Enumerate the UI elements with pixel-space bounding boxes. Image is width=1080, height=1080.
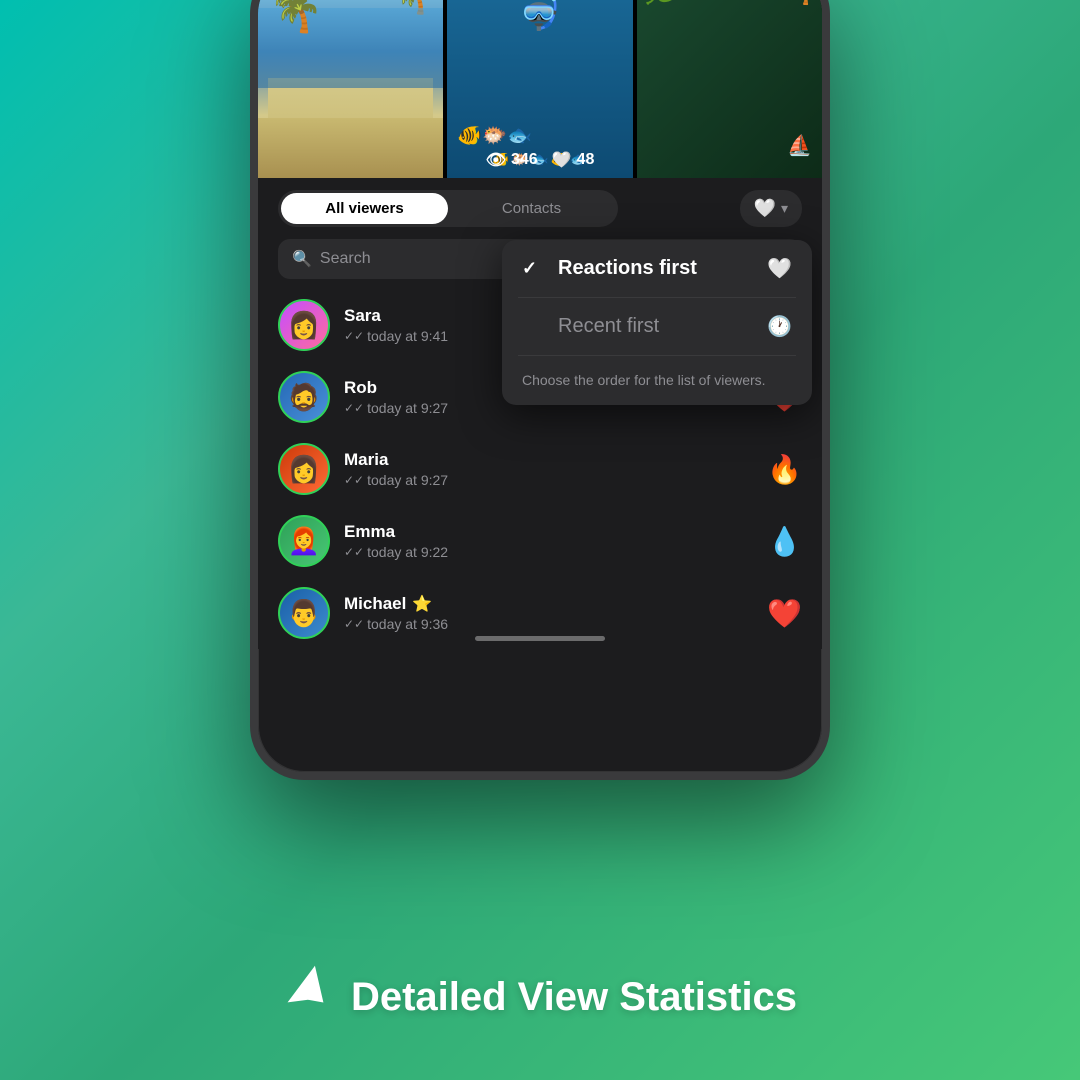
recent-first-label: Recent first [558,315,755,338]
view-count: 👁 346 [486,150,538,170]
tab-contacts[interactable]: Contacts [448,193,615,224]
dropdown-recent-first[interactable]: ✓ Recent first 🕐 [502,298,812,355]
avatar-rob: 🧔 [278,371,330,423]
like-count: 🤍 48 [552,150,595,170]
viewer-time: ✓✓ today at 9:22 [344,544,753,560]
sort-button[interactable]: 🤍 ▾ [740,190,802,227]
viewer-row[interactable]: 👩 Maria ✓✓ today at 9:27 🔥 [268,433,812,505]
avatar-emma: 👩‍🦰 [278,515,330,567]
viewer-info-michael: Michael ⭐ ✓✓ today at 9:36 [344,594,753,632]
viewer-name: Michael ⭐ [344,594,753,614]
telegram-icon [270,956,348,1038]
home-indicator [475,636,605,641]
tabs-group: All viewers Contacts [278,190,618,227]
viewer-row[interactable]: 👩‍🦰 Emma ✓✓ today at 9:22 💧 [268,505,812,577]
reaction-fire: 🔥 [767,453,802,486]
search-placeholder: Search [320,250,371,268]
reaction-heart-michael: ❤️ [767,597,802,630]
premium-badge: ⭐ [412,594,432,614]
heart-icon: 🤍 [552,150,572,170]
photo-stats: 👁 346 🤍 48 [447,150,632,170]
search-icon: 🔍 [292,249,312,269]
photo-grid: 🌴 🌴 🤿 🐠 🐡 🐟 🐠 🐟 [258,0,822,178]
reaction-droplets: 💧 [767,525,802,558]
bottom-title-text: Detailed View Statistics [351,975,797,1020]
reactions-first-label: Reactions first [558,257,755,280]
viewer-info-maria: Maria ✓✓ today at 9:27 [344,450,753,488]
viewer-time: ✓✓ today at 9:27 [344,472,753,488]
chevron-down-icon: ▾ [781,200,788,217]
heart-dropdown-icon: 🤍 [767,256,792,281]
viewer-name: Maria [344,450,753,470]
heart-sort-icon: 🤍 [754,198,776,219]
clock-dropdown-icon: 🕐 [767,314,792,339]
sort-dropdown: ✓ Reactions first 🤍 ✓ Recent first 🕐 Cho… [502,240,812,405]
phone-frame: 🌴 🌴 🤿 🐠 🐡 🐟 🐠 🐟 [250,0,830,780]
dropdown-hint: Choose the order for the list of viewers… [502,356,812,405]
eye-icon: 👁 [486,150,506,170]
viewer-time: ✓✓ today at 9:36 [344,616,753,632]
avatar-maria: 👩 [278,443,330,495]
tabs-bar: All viewers Contacts 🤍 ▾ [258,178,822,239]
tropical-photo: 🌿 🌴 ⛵ [637,0,822,178]
beach-photo: 🌴 🌴 [258,0,443,178]
bottom-section: Detailed View Statistics [0,965,1080,1030]
underwater-photo: 🤿 🐠 🐡 🐟 🐠 🐟 👁 346 [447,0,632,178]
dropdown-reactions-first[interactable]: ✓ Reactions first 🤍 [502,240,812,297]
avatar-sara: 👩 [278,299,330,351]
checkmark-icon: ✓ [522,258,546,279]
tab-all-viewers[interactable]: All viewers [281,193,448,224]
viewer-info-emma: Emma ✓✓ today at 9:22 [344,522,753,560]
viewer-name: Emma [344,522,753,542]
avatar-michael: 👨 [278,587,330,639]
